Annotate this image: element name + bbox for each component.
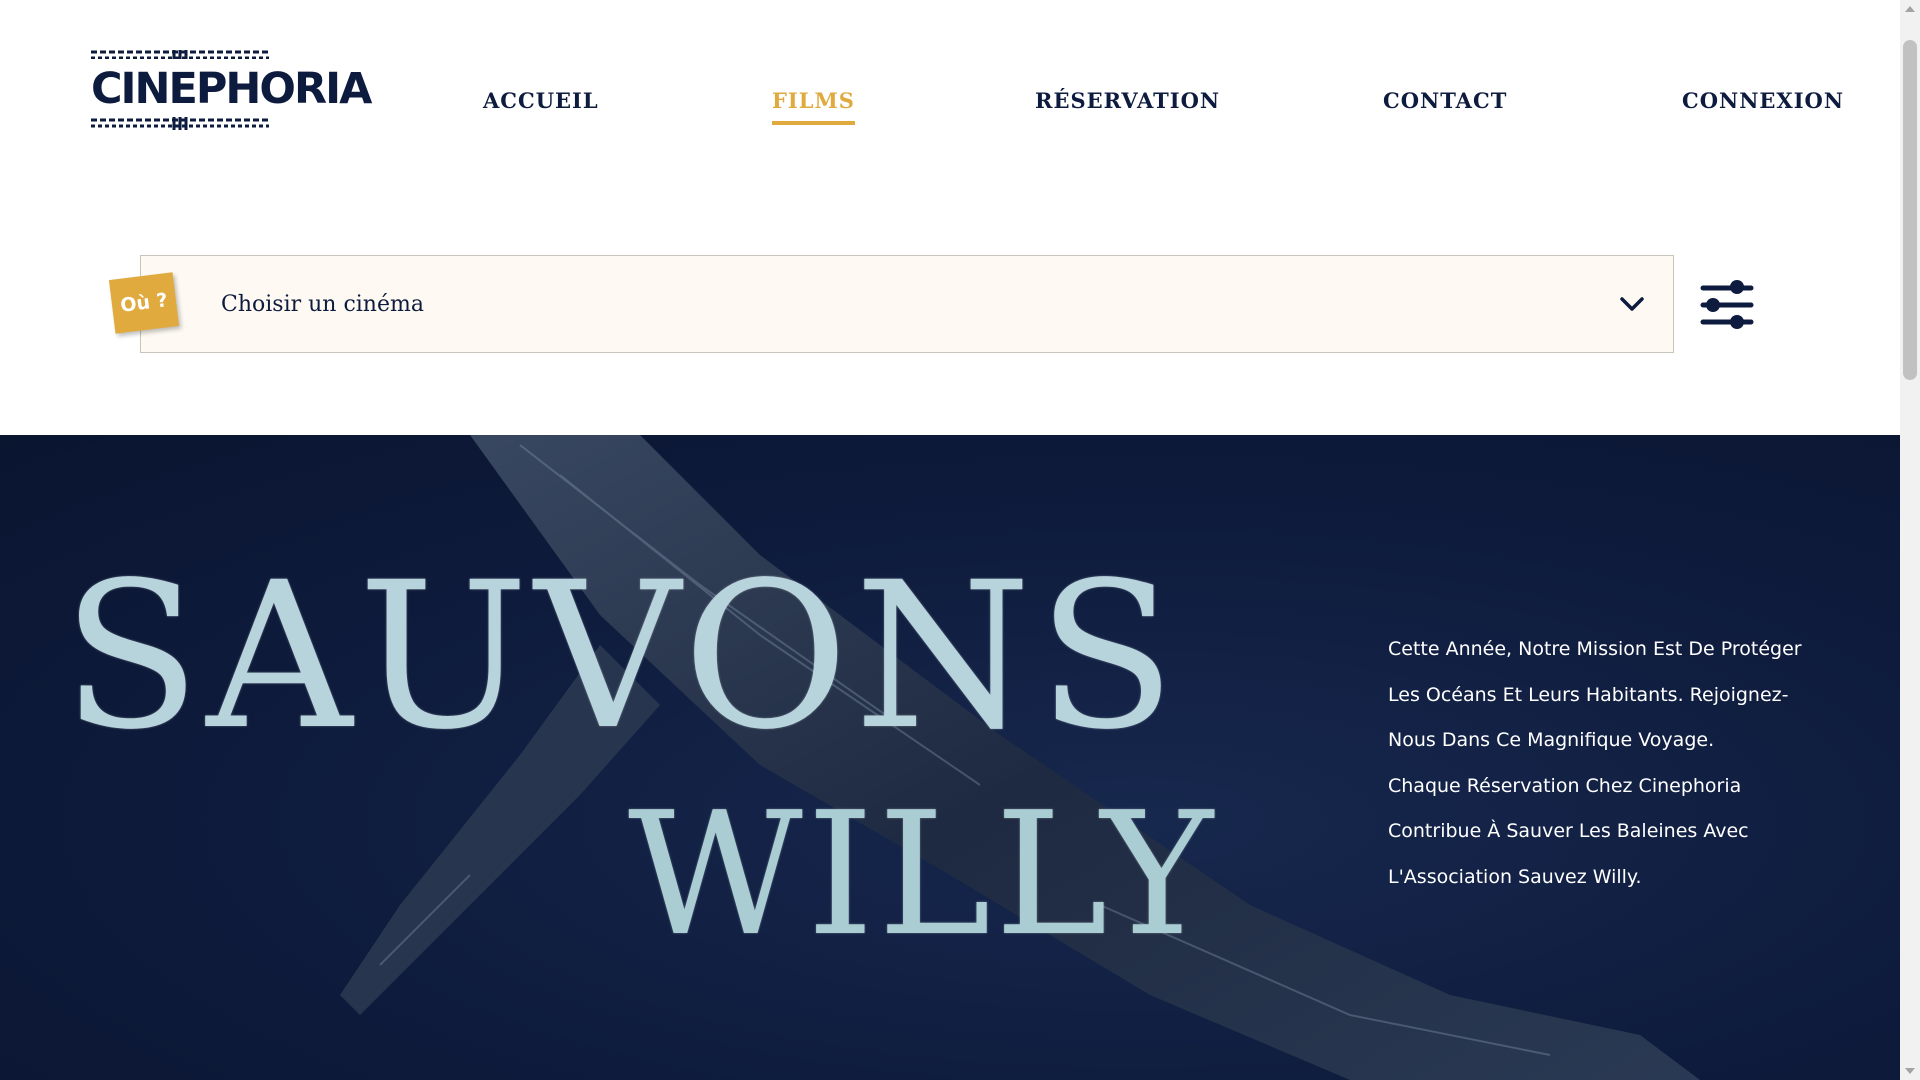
nav-films[interactable]: FILMS [772, 88, 855, 125]
location-badge: Où ? [108, 272, 180, 334]
chevron-down-icon [1620, 297, 1644, 311]
hero-title-line2: WILLY [628, 776, 1218, 974]
nav-contact[interactable]: CONTACT [1383, 88, 1507, 121]
hero-title-line1: SAUVONS [62, 538, 1182, 774]
hero-paragraph-1: Cette Année, Notre Mission Est De Protég… [1388, 638, 1802, 751]
nav-reservation[interactable]: RÉSERVATION [1035, 88, 1220, 121]
scroll-down-arrow-icon[interactable] [1905, 1068, 1915, 1074]
page-scrollbar[interactable] [1900, 0, 1920, 1080]
nav-accueil[interactable]: ACCUEIL [483, 88, 599, 121]
scroll-up-arrow-icon[interactable] [1905, 6, 1915, 12]
nav-connexion[interactable]: CONNEXION [1682, 88, 1844, 121]
location-badge-label: Où ? [119, 289, 169, 317]
cinema-select-placeholder: Choisir un cinéma [221, 292, 424, 317]
hero-banner: SAUVONS WILLY Cette Année, Notre Mission… [0, 435, 1900, 1080]
sliders-icon[interactable] [1700, 278, 1754, 332]
hero-paragraph-2: Chaque Réservation Chez Cinephoria Contr… [1388, 774, 1749, 888]
scrollbar-thumb[interactable] [1903, 40, 1917, 380]
hero-description: Cette Année, Notre Mission Est De Protég… [1388, 627, 1828, 900]
cinema-select[interactable]: Choisir un cinéma [140, 255, 1674, 353]
main-navigation: ACCUEIL FILMS RÉSERVATION CONTACT CONNEX… [0, 0, 1900, 140]
